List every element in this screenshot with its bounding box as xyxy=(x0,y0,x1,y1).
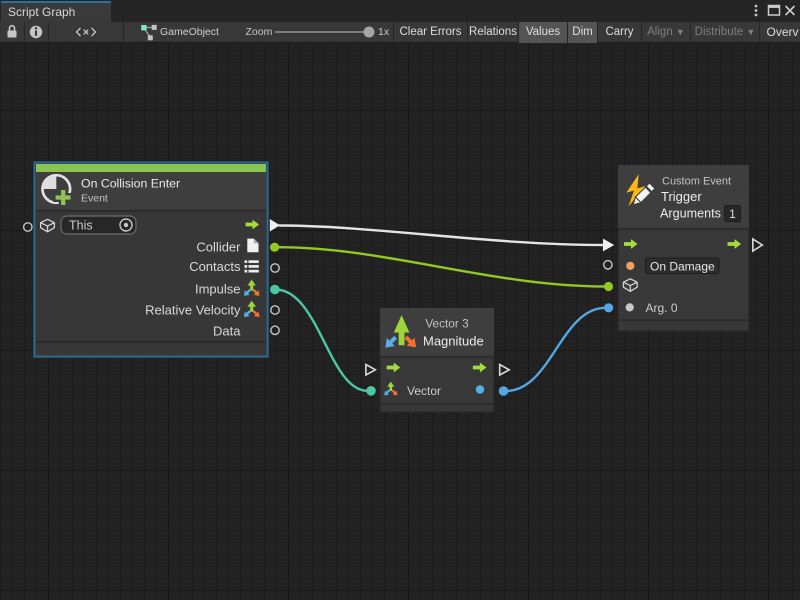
svg-text:Arguments: Arguments xyxy=(660,207,721,221)
svg-text:Custom Event: Custom Event xyxy=(662,176,731,188)
svg-text:This: This xyxy=(69,219,93,233)
svg-text:Event: Event xyxy=(81,193,108,205)
svg-text:Vector 3: Vector 3 xyxy=(425,317,469,331)
svg-text:Collider: Collider xyxy=(196,240,241,255)
svg-text:On Collision Enter: On Collision Enter xyxy=(81,177,180,191)
svg-text:Magnitude: Magnitude xyxy=(423,334,484,349)
svg-text:On Damage: On Damage xyxy=(650,259,715,273)
svg-text:Arg. 0: Arg. 0 xyxy=(646,301,678,315)
svg-text:Trigger: Trigger xyxy=(661,189,702,204)
svg-text:Vector: Vector xyxy=(407,384,441,398)
svg-text:Data: Data xyxy=(213,323,241,338)
svg-text:1: 1 xyxy=(729,207,736,221)
svg-text:Contacts: Contacts xyxy=(189,259,241,274)
svg-text:Impulse: Impulse xyxy=(195,281,241,296)
svg-text:Relative Velocity: Relative Velocity xyxy=(145,302,241,317)
